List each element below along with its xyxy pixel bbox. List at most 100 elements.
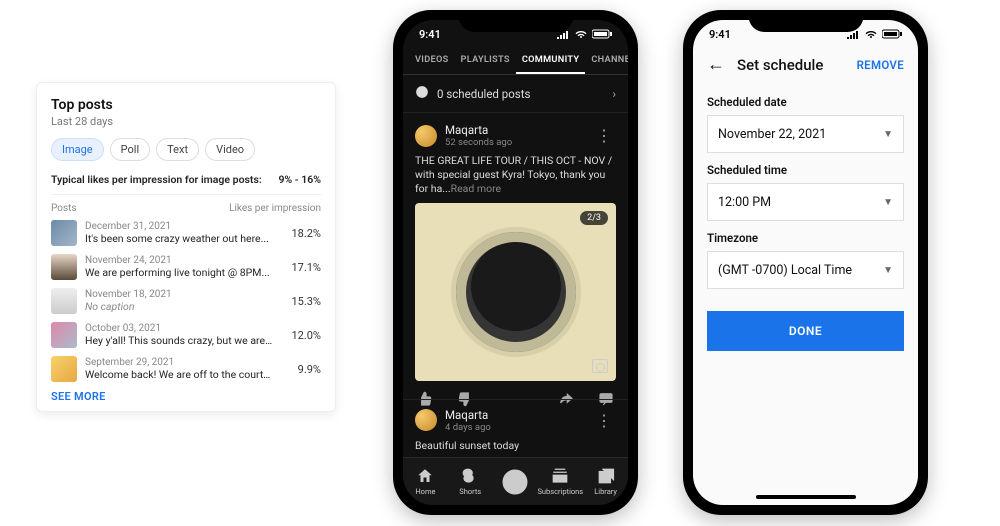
col-likes: Likes per impression xyxy=(229,203,321,214)
remove-button[interactable]: REMOVE xyxy=(857,58,904,72)
caret-down-icon: ▼ xyxy=(883,265,893,276)
row-caption: No caption xyxy=(85,300,273,313)
scheduled-label: 0 scheduled posts xyxy=(437,87,530,101)
row-caption: We are performing live tonight @ 8PM... xyxy=(85,266,273,279)
post-image[interactable]: 2/3 xyxy=(415,203,616,381)
schedule-header: ← Set schedule REMOVE xyxy=(693,48,918,85)
page-title: Set schedule xyxy=(737,56,845,74)
phone-schedule: 9:41 ← Set schedule REMOVE Scheduled dat… xyxy=(683,10,928,515)
post-thumbnail xyxy=(51,220,77,246)
avatar[interactable] xyxy=(415,125,437,147)
scheduled-posts-row[interactable]: 0 scheduled posts › xyxy=(403,75,628,113)
battery-icon xyxy=(882,29,902,39)
time-select[interactable]: 12:00 PM ▼ xyxy=(707,183,904,221)
row-date: September 29, 2021 xyxy=(85,357,273,368)
nav-library[interactable]: Library xyxy=(583,458,628,505)
phone-notch xyxy=(748,10,863,32)
back-icon[interactable]: ← xyxy=(707,54,725,75)
post-text: Beautiful sunset today xyxy=(415,439,616,453)
row-value: 9.9% xyxy=(281,363,321,376)
tab-channels[interactable]: CHANNELS xyxy=(585,48,628,74)
row-date: December 31, 2021 xyxy=(85,221,273,232)
time-label: Scheduled time xyxy=(707,163,904,177)
nav-subscriptions[interactable]: Subscriptions xyxy=(537,458,583,505)
image-counter: 2/3 xyxy=(580,211,608,225)
card-subtitle: Last 28 days xyxy=(51,115,321,128)
caret-down-icon: ▼ xyxy=(883,129,893,140)
chip-image[interactable]: Image xyxy=(51,138,104,161)
wifi-icon xyxy=(574,29,588,39)
tab-community[interactable]: COMMUNITY xyxy=(516,48,586,74)
metric-label: Typical likes per impression for image p… xyxy=(51,173,262,186)
battery-icon xyxy=(592,29,612,39)
metric-row: Typical likes per impression for image p… xyxy=(51,173,321,195)
tz-label: Timezone xyxy=(707,231,904,245)
clock-icon xyxy=(415,85,429,102)
time-value: 12:00 PM xyxy=(718,195,771,210)
filter-chips: Image Poll Text Video xyxy=(51,138,321,161)
tab-playlists[interactable]: PLAYLISTS xyxy=(455,48,516,74)
post-thumbnail xyxy=(51,356,77,382)
chip-text[interactable]: Text xyxy=(156,138,199,161)
post-thumbnail xyxy=(51,322,77,348)
metric-value: 9% - 16% xyxy=(278,173,321,186)
tz-select[interactable]: (GMT -0700) Local Time ▼ xyxy=(707,251,904,289)
post-time: 52 seconds ago xyxy=(445,137,512,148)
more-icon[interactable]: ⋮ xyxy=(592,124,616,147)
row-value: 17.1% xyxy=(281,261,321,274)
bottom-nav: Home Shorts Subscriptions Library xyxy=(403,457,628,505)
more-icon[interactable]: ⋮ xyxy=(592,409,616,432)
post-thumbnail xyxy=(51,288,77,314)
post-thumbnail xyxy=(51,254,77,280)
home-indicator xyxy=(756,495,856,499)
tab-videos[interactable]: VIDEOS xyxy=(409,48,455,74)
top-posts-card: Top posts Last 28 days Image Poll Text V… xyxy=(36,82,336,412)
table-head: Posts Likes per impression xyxy=(51,203,321,214)
post-user[interactable]: Maqarta xyxy=(445,123,512,137)
table-row[interactable]: October 03, 2021 Hey y'all! This sounds … xyxy=(51,322,321,348)
row-value: 12.0% xyxy=(281,329,321,342)
row-date: November 24, 2021 xyxy=(85,255,273,266)
see-more-button[interactable]: SEE MORE xyxy=(51,390,321,403)
channel-tabs: VIDEOS PLAYLISTS COMMUNITY CHANNELS ABOU… xyxy=(403,48,628,75)
avatar[interactable] xyxy=(415,409,437,431)
community-post: Maqarta 4 days ago ⋮ Beautiful sunset to… xyxy=(403,399,628,457)
post-user[interactable]: Maqarta xyxy=(445,408,491,422)
date-select[interactable]: November 22, 2021 ▼ xyxy=(707,115,904,153)
table-row[interactable]: November 18, 2021 No caption 15.3% xyxy=(51,288,321,314)
status-time: 9:41 xyxy=(709,28,731,41)
community-post: Maqarta 52 seconds ago ⋮ THE GREAT LIFE … xyxy=(403,113,628,427)
status-time: 9:41 xyxy=(419,28,441,41)
card-title: Top posts xyxy=(51,97,321,113)
chip-poll[interactable]: Poll xyxy=(110,138,151,161)
col-posts: Posts xyxy=(51,203,77,214)
table-row[interactable]: November 24, 2021 We are performing live… xyxy=(51,254,321,280)
table-row[interactable]: September 29, 2021 Welcome back! We are … xyxy=(51,356,321,382)
nav-create[interactable] xyxy=(493,458,538,505)
gallery-icon xyxy=(592,359,608,373)
tz-value: (GMT -0700) Local Time xyxy=(718,263,852,278)
row-caption: It's been some crazy weather out here... xyxy=(85,232,273,245)
row-value: 15.3% xyxy=(281,295,321,308)
row-value: 18.2% xyxy=(281,227,321,240)
row-date: November 18, 2021 xyxy=(85,289,273,300)
post-time: 4 days ago xyxy=(445,422,491,433)
chip-video[interactable]: Video xyxy=(205,138,255,161)
row-caption: Welcome back! We are off to the courts..… xyxy=(85,368,273,381)
table-row[interactable]: December 31, 2021 It's been some crazy w… xyxy=(51,220,321,246)
nav-shorts[interactable]: Shorts xyxy=(448,458,493,505)
phone-community: 9:41 VIDEOS PLAYLISTS COMMUNITY CHANNELS… xyxy=(393,10,638,515)
chevron-right-icon: › xyxy=(613,87,616,101)
row-date: October 03, 2021 xyxy=(85,323,273,334)
caret-down-icon: ▼ xyxy=(883,197,893,208)
row-caption: Hey y'all! This sounds crazy, but we are… xyxy=(85,334,273,347)
wifi-icon xyxy=(864,29,878,39)
post-image-content xyxy=(456,232,576,352)
read-more[interactable]: Read more xyxy=(451,182,502,195)
done-button[interactable]: DONE xyxy=(707,311,904,351)
date-value: November 22, 2021 xyxy=(718,127,826,142)
date-label: Scheduled date xyxy=(707,95,904,109)
post-text: THE GREAT LIFE TOUR / THIS OCT - NOV / w… xyxy=(415,154,616,197)
nav-home[interactable]: Home xyxy=(403,458,448,505)
phone-notch xyxy=(458,10,573,32)
